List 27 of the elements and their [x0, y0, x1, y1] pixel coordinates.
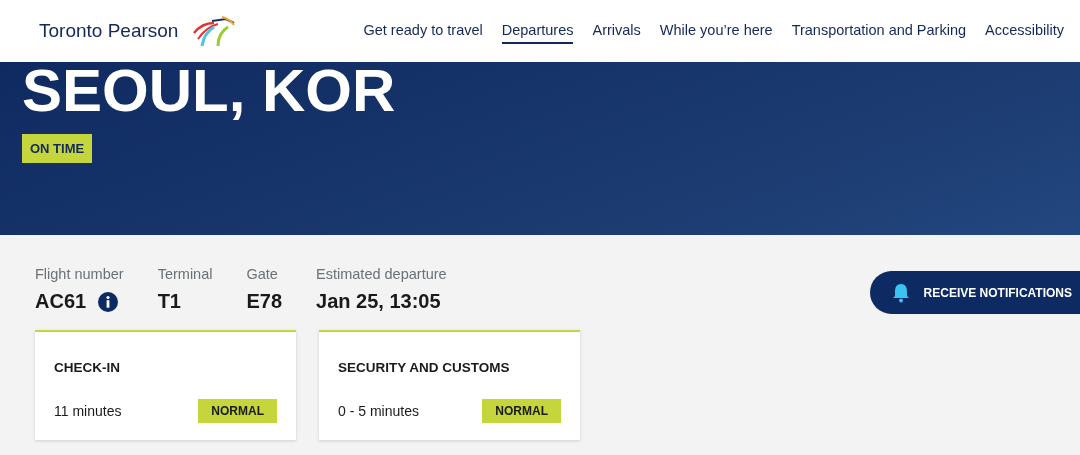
card-title: SECURITY AND CUSTOMS — [338, 360, 511, 375]
card-title: CHECK-IN — [54, 360, 121, 375]
wait-time: 0 - 5 minutes — [338, 403, 419, 419]
detail-label: Flight number — [35, 266, 124, 282]
detail-value: AC61 — [35, 290, 87, 313]
status-badge: NORMAL — [482, 399, 561, 423]
status-badge: NORMAL — [198, 399, 277, 423]
destination-title: SEOUL, KOR — [22, 56, 396, 126]
bell-icon — [891, 282, 910, 303]
status-badge: ON TIME — [22, 134, 93, 163]
logo-icon — [190, 15, 237, 47]
info-icon[interactable] — [98, 291, 119, 312]
detail-label: Terminal — [157, 266, 213, 282]
nav-link[interactable]: Accessibility — [985, 18, 1064, 44]
logo-text[interactable]: Toronto Pearson — [39, 20, 179, 42]
detail-label: Gate — [246, 266, 279, 282]
nav-link[interactable]: Arrivals — [592, 18, 641, 44]
detail-value: E78 — [246, 290, 283, 313]
nav-link[interactable]: Transportation and Parking — [791, 18, 967, 44]
receive-notifications-button[interactable]: RECEIVE NOTIFICATIONS — [869, 271, 1080, 314]
nav-link[interactable]: Get ready to travel — [363, 18, 483, 44]
nav-link[interactable]: Departures — [501, 18, 574, 44]
nav-link[interactable]: While you’re here — [659, 18, 773, 44]
detail-value: T1 — [157, 290, 181, 313]
detail-value: Jan 25, 13:05 — [316, 290, 441, 313]
detail-label: Estimated departure — [316, 266, 447, 282]
wait-time: 11 minutes — [54, 403, 122, 419]
